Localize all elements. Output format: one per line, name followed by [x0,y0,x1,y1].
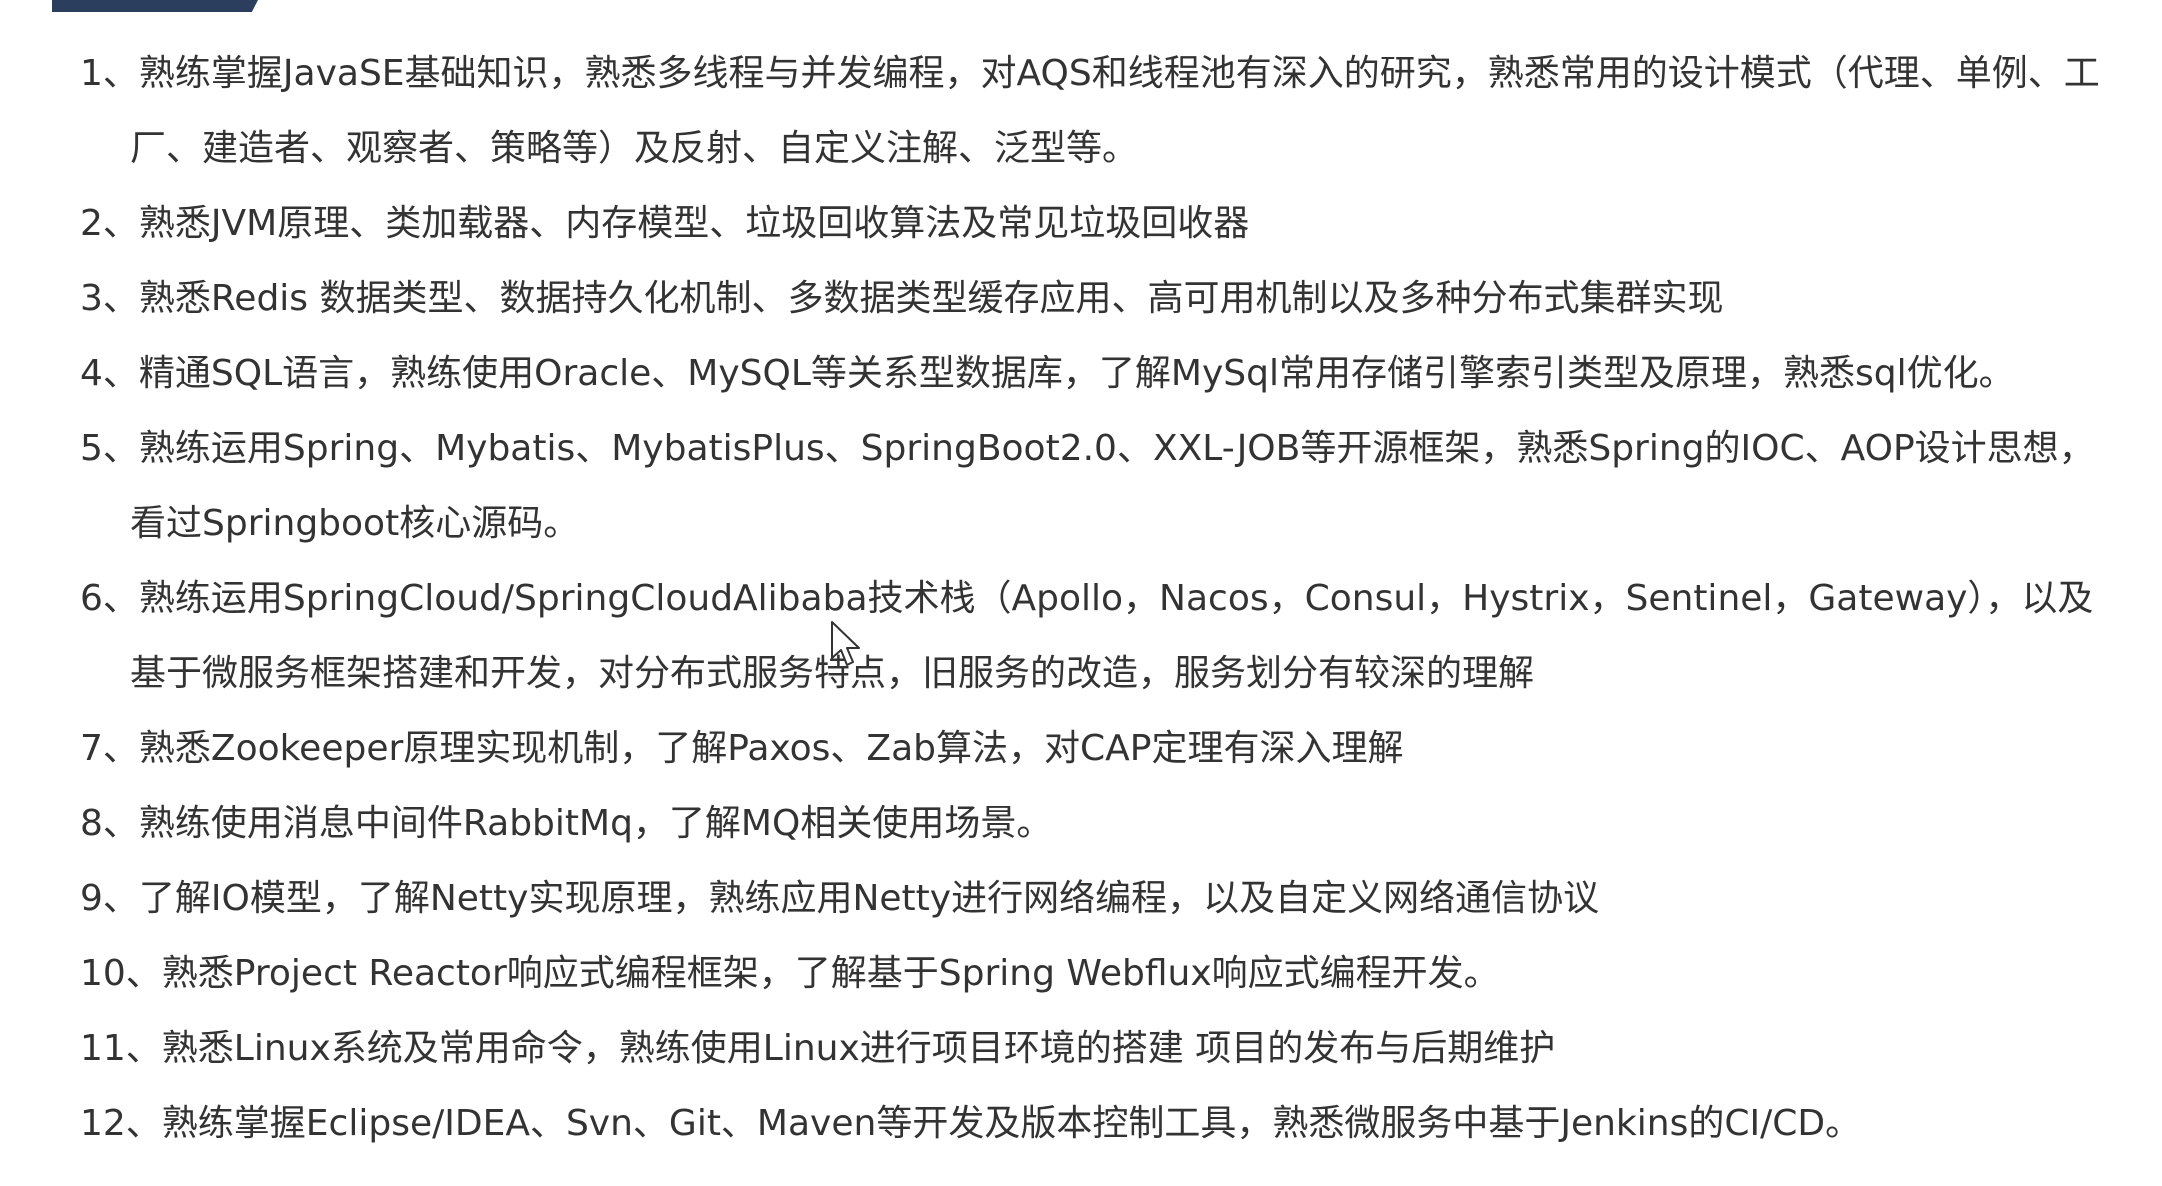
skill-item-3: 3、熟悉Redis 数据类型、数据持久化机制、多数据类型缓存应用、高可用机制以及… [80,278,1724,319]
skill-item-6: 6、熟练运用SpringCloud/SpringCloudAlibaba技术栈（… [80,578,2094,694]
skill-item-7: 7、熟悉Zookeeper原理实现机制，了解Paxos、Zab算法，对CAP定理… [80,728,1404,769]
skill-item-12: 12、熟练掌握Eclipse/IDEA、Svn、Git、Maven等开发及版本控… [80,1103,1862,1144]
skill-item-8: 8、熟练使用消息中间件RabbitMq，了解MQ相关使用场景。 [80,803,1053,844]
skill-item-4: 4、精通SQL语言，熟练使用Oracle、MySQL等关系型数据库，了解MySq… [80,353,2015,394]
skills-list: 1、熟练掌握JavaSE基础知识，熟悉多线程与并发编程，对AQS和线程池有深入的… [80,36,2120,1161]
skill-item-5: 5、熟练运用Spring、Mybatis、MybatisPlus、SpringB… [80,428,2095,544]
skill-item-1: 1、熟练掌握JavaSE基础知识，熟悉多线程与并发编程，对AQS和线程池有深入的… [80,53,2100,169]
mouse-pointer-icon [831,621,860,666]
skill-item-2: 2、熟悉JVM原理、类加载器、内存模型、垃圾回收算法及常见垃圾回收器 [80,203,1250,244]
header-accent-bar [52,0,258,12]
skill-item-11: 11、熟悉Linux系统及常用命令，熟练使用Linux进行项目环境的搭建 项目的… [80,1028,1556,1069]
skill-item-9: 9、了解IO模型，了解Netty实现原理，熟练应用Netty进行网络编程，以及自… [80,878,1600,919]
skill-item-10: 10、熟悉Project Reactor响应式编程框架，了解基于Spring W… [80,953,1500,994]
